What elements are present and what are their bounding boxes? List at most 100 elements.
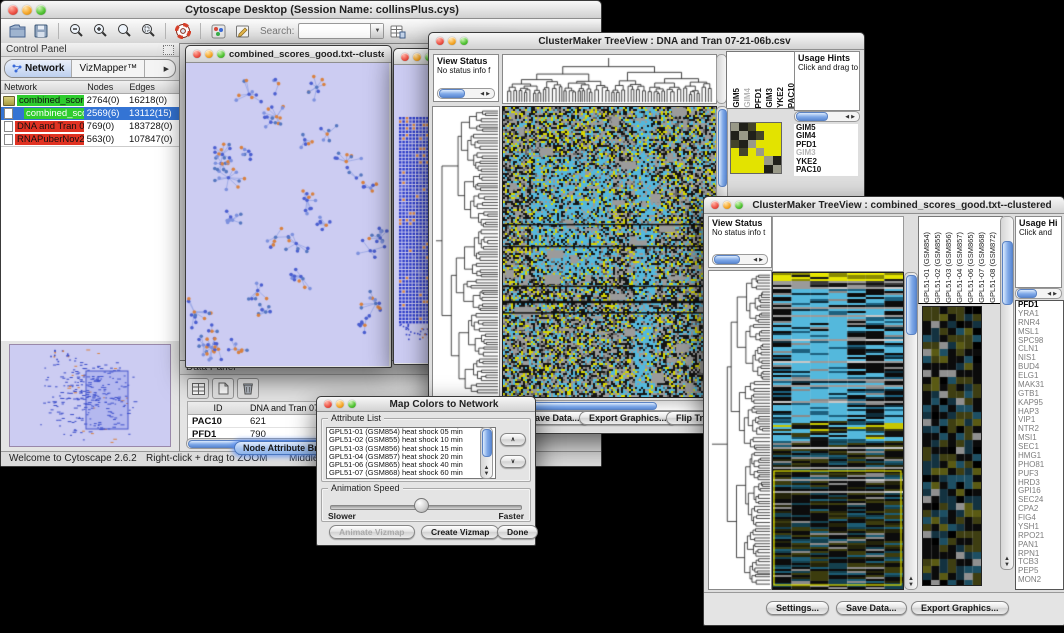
usage-hints-scrollbar[interactable]: ◀▶ xyxy=(1015,288,1062,299)
network-table-row[interactable]: RNAPuberNov2+ 563(0) 107847(0) xyxy=(1,133,179,146)
dialog-titlebar[interactable]: Map Colors to Network xyxy=(317,397,535,412)
column-label[interactable]: PFD1 xyxy=(754,88,763,108)
column-label[interactable]: GIM4 xyxy=(743,88,752,108)
scrollbar-thumb[interactable] xyxy=(482,429,492,457)
zoom-button[interactable] xyxy=(460,37,468,45)
scrollbar-thumb[interactable] xyxy=(796,112,828,121)
close-button[interactable] xyxy=(193,50,201,58)
close-button[interactable] xyxy=(8,5,18,15)
move-up-button[interactable]: ∧ xyxy=(500,433,526,446)
close-button[interactable] xyxy=(711,201,719,209)
column-label[interactable]: GPL51-02 (GSM855) xyxy=(933,232,943,303)
column-label[interactable]: YKE2 xyxy=(776,87,785,108)
animate-vizmap-button[interactable]: Animate Vizmap xyxy=(329,525,415,539)
overview-canvas[interactable] xyxy=(10,345,168,444)
export-graphics-button[interactable]: Export Graphics... xyxy=(579,411,677,425)
minimize-button[interactable] xyxy=(336,400,344,408)
scrollbar-thumb[interactable] xyxy=(718,109,727,187)
network-window-titlebar[interactable]: combined_scores_good.txt--cluste... xyxy=(186,46,391,63)
column-label[interactable]: GIM3 xyxy=(765,88,774,108)
similarity-matrix[interactable] xyxy=(730,122,782,174)
column-label[interactable]: GPL51-01 (GSM854) xyxy=(922,232,932,303)
col-edges[interactable]: Edges xyxy=(126,82,179,92)
float-panel-icon[interactable] xyxy=(163,45,174,55)
attribute-browser-icon[interactable] xyxy=(388,22,408,41)
zoom-fit-icon[interactable] xyxy=(138,22,158,41)
tab-network[interactable]: Network xyxy=(5,60,72,77)
open-folder-icon[interactable] xyxy=(7,22,27,41)
network-view-canvas[interactable] xyxy=(186,63,389,366)
scroll-arrows-icon[interactable]: ▲▼ xyxy=(905,576,917,588)
heatmap-vscrollbar[interactable]: ▲▼ xyxy=(904,272,918,590)
scroll-arrows-icon[interactable]: ◀▶ xyxy=(845,114,859,120)
scroll-arrows-icon[interactable]: ▲▼ xyxy=(481,465,492,477)
zoom-out-icon[interactable] xyxy=(66,22,86,41)
column-label[interactable]: GPL51-07 (GSM868) xyxy=(977,232,987,303)
slider-thumb[interactable] xyxy=(414,498,429,513)
column-label[interactable]: GIM5 xyxy=(732,88,741,108)
top-dendrogram-area[interactable] xyxy=(772,216,904,272)
tab-vizmapper[interactable]: VizMapper™ xyxy=(72,60,145,77)
main-titlebar[interactable]: Cytoscape Desktop (Session Name: collins… xyxy=(1,1,601,19)
zoom-button[interactable] xyxy=(217,50,225,58)
minimize-button[interactable] xyxy=(448,37,456,45)
treeview2-titlebar[interactable]: ClusterMaker TreeView : combined_scores_… xyxy=(704,197,1064,214)
annotation-icon[interactable] xyxy=(232,22,252,41)
zoom-button[interactable] xyxy=(36,5,46,15)
gene-label[interactable]: MON2 xyxy=(1018,576,1063,585)
usage-hints-scrollbar[interactable]: ◀▶ xyxy=(794,111,860,122)
row-dendrogram[interactable] xyxy=(432,106,500,398)
close-button[interactable] xyxy=(324,400,332,408)
column-label[interactable]: GPL51-06 (GSM865) xyxy=(966,232,976,303)
close-button[interactable] xyxy=(401,53,409,61)
matrix-label[interactable]: PAC10 xyxy=(796,166,858,174)
zoom-selected-icon[interactable] xyxy=(114,22,134,41)
help-lifesaver-icon[interactable] xyxy=(173,22,193,41)
tab-overflow-arrow[interactable]: ▶ xyxy=(158,60,175,77)
zoomed-heatmap[interactable] xyxy=(922,306,982,586)
scrollbar-thumb[interactable] xyxy=(439,89,465,98)
cluster-heatmap[interactable] xyxy=(502,106,717,398)
column-label[interactable]: GPL51-03 (GSM856) xyxy=(944,232,954,303)
scrollbar-thumb[interactable] xyxy=(1017,289,1037,298)
network-overview-thumbnail[interactable] xyxy=(9,344,171,447)
network-table-row[interactable]: combined_scores 2764(0) 16218(0) xyxy=(1,94,179,107)
network-table-row[interactable]: DNA and Tran 07 769(0) 183728(0) xyxy=(1,120,179,133)
scroll-arrows-icon[interactable]: ◀▶ xyxy=(1047,291,1061,297)
attribute-select-icon[interactable] xyxy=(187,378,209,399)
close-button[interactable] xyxy=(436,37,444,45)
zoom-button[interactable] xyxy=(735,201,743,209)
attribute-list-scrollbar[interactable]: ▲▼ xyxy=(480,427,493,479)
minimize-button[interactable] xyxy=(723,201,731,209)
combo-dropdown-arrow[interactable]: ▼ xyxy=(370,24,383,38)
create-vizmap-button[interactable]: Create Vizmap xyxy=(421,525,499,539)
move-down-button[interactable]: ∨ xyxy=(500,455,526,468)
export-graphics-button[interactable]: Export Graphics... xyxy=(911,601,1009,615)
row-dendrogram[interactable] xyxy=(708,270,772,590)
scroll-arrows-icon[interactable]: ▲▼ xyxy=(1001,556,1013,568)
scroll-arrows-icon[interactable]: ◀▶ xyxy=(753,257,767,263)
col-network[interactable]: Network xyxy=(1,82,84,92)
cluster-heatmap[interactable] xyxy=(772,272,904,590)
zoom-in-icon[interactable] xyxy=(90,22,110,41)
right-vscrollbar[interactable]: ▲▼ xyxy=(1000,216,1014,570)
column-label[interactable]: GPL51-08 (GSM872) xyxy=(988,232,998,303)
vizmapper-icon[interactable] xyxy=(208,22,228,41)
zoom-button[interactable] xyxy=(348,400,356,408)
top-dendrogram[interactable] xyxy=(502,54,717,104)
done-button[interactable]: Done xyxy=(497,525,538,539)
minimize-button[interactable] xyxy=(22,5,32,15)
minimize-button[interactable] xyxy=(205,50,213,58)
new-attribute-icon[interactable] xyxy=(212,378,234,399)
scrollbar-thumb[interactable] xyxy=(1002,241,1013,305)
attribute-list-item[interactable]: GPL51-07 (GSM868) heat shock 60 min xyxy=(329,469,495,477)
view-status-scrollbar[interactable]: ◀▶ xyxy=(437,88,495,99)
search-input[interactable]: ▼ xyxy=(298,23,384,39)
col-nodes[interactable]: Nodes xyxy=(84,82,126,92)
column-label[interactable]: GPL51-04 (GSM857) xyxy=(955,232,965,303)
save-icon[interactable] xyxy=(31,22,51,41)
view-status-scrollbar[interactable]: ◀▶ xyxy=(712,254,768,265)
minimize-button[interactable] xyxy=(413,53,421,61)
treeview1-titlebar[interactable]: ClusterMaker TreeView : DNA and Tran 07-… xyxy=(429,33,864,50)
network-table-row[interactable]: combined_sco 2569(6) 13112(15) xyxy=(1,107,179,120)
